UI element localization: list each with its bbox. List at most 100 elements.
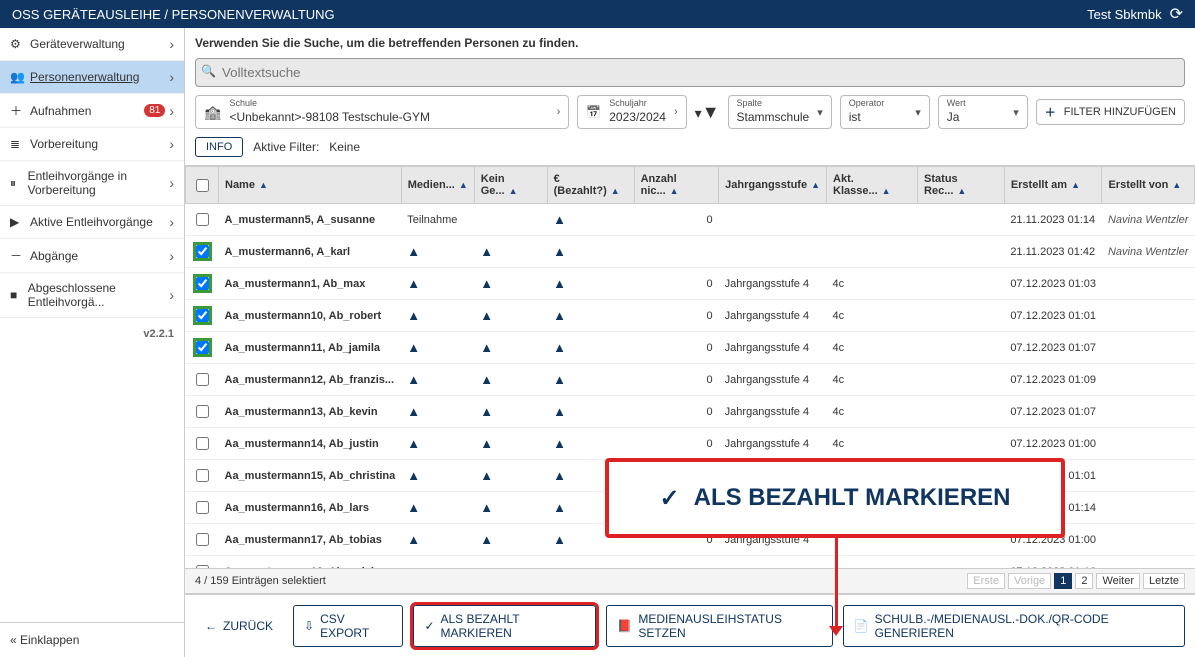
column-header[interactable]: Status Rec...▲ (918, 167, 1005, 204)
chevron-right-icon (169, 103, 174, 119)
warning-icon: ▲ (553, 532, 566, 547)
row-checkbox[interactable] (196, 437, 209, 450)
chevron-right-icon (169, 214, 174, 230)
table-cell: 07.12.2023 01:16 (1004, 556, 1102, 569)
collapse-button[interactable]: « Einklappen (0, 622, 184, 657)
sidebar-item-abgeschlossen[interactable]: ■Abgeschlossene Entleihvorgä... (0, 273, 184, 318)
sidebar-item-geraeteverwaltung[interactable]: ⚙Geräteverwaltung (0, 28, 184, 61)
stop-icon: ■ (10, 288, 22, 302)
add-filter-button[interactable]: ＋ FILTER HINZUFÜGEN (1036, 99, 1185, 125)
column-header[interactable]: Kein Ge...▲ (474, 167, 547, 204)
table-cell: Aa_mustermann14, Ab_justin (219, 428, 402, 460)
mark-paid-button[interactable]: ✓ ALS BEZAHLT MARKIEREN (413, 605, 596, 647)
column-header[interactable]: € (Bezahlt?)▲ (547, 167, 634, 204)
pager-next[interactable]: Weiter (1096, 573, 1140, 589)
generate-docs-button[interactable]: 📄 SCHULB.-/MEDIENAUSL.-DOK./QR-CODE GENE… (843, 605, 1185, 647)
column-header[interactable]: Medien...▲ (401, 167, 474, 204)
medienstatus-button[interactable]: 📕 MEDIENAUSLEIHSTATUS SETZEN (606, 605, 832, 647)
column-header[interactable] (186, 167, 219, 204)
csv-export-button[interactable]: ⇩ CSV EXPORT (293, 605, 403, 647)
table-cell: Aa_mustermann11, Ab_jamila (219, 332, 402, 364)
pager-page-1[interactable]: 1 (1054, 573, 1072, 589)
sidebar-item-vorbereitung[interactable]: ≣Vorbereitung (0, 128, 184, 161)
search-input[interactable] (195, 58, 1185, 87)
table-row[interactable]: Aa_mustermann11, Ab_jamila▲▲▲0Jahrgangss… (186, 332, 1195, 364)
pager-page-2[interactable]: 2 (1075, 573, 1093, 589)
warning-icon: ▲ (480, 500, 493, 515)
table-cell: Jahrgangsstufe 4 (719, 396, 827, 428)
table-cell: ▲ (547, 396, 634, 428)
row-checkbox[interactable] (196, 245, 209, 258)
table-row[interactable]: A_mustermann6, A_karl▲▲▲21.11.2023 01:42… (186, 236, 1195, 268)
filter-wert[interactable]: Wert Ja ▾ (938, 95, 1028, 129)
table-cell (918, 236, 1005, 268)
table-cell (1102, 428, 1195, 460)
refresh-icon[interactable] (1170, 4, 1183, 24)
table-cell: Navina Wentzler (1102, 204, 1195, 236)
table-cell: 0 (634, 428, 719, 460)
pager-first[interactable]: Erste (967, 573, 1005, 589)
warning-icon: ▲ (553, 212, 566, 227)
sidebar-item-abgaenge[interactable]: －Abgänge (0, 239, 184, 273)
row-checkbox[interactable] (196, 277, 209, 290)
user-label[interactable]: Test Sbkmbk (1087, 7, 1161, 22)
download-icon: ⇩ (304, 619, 314, 633)
table-cell: 07.12.2023 01:07 (1004, 332, 1102, 364)
row-checkbox[interactable] (196, 373, 209, 386)
sidebar-item-entleih-vorbereitung[interactable]: ⏸Entleihvorgänge in Vorbereitung (0, 161, 184, 206)
warning-icon: ▲ (407, 244, 420, 259)
back-button[interactable]: ← ZURÜCK (195, 613, 283, 639)
sidebar-item-aufnahmen[interactable]: ＋Aufnahmen 81 (0, 94, 184, 128)
table-row[interactable]: Aa_mustermann14, Ab_justin▲▲▲0Jahrgangss… (186, 428, 1195, 460)
select-all-checkbox[interactable] (196, 179, 209, 192)
table-cell: ▲ (401, 460, 474, 492)
filter-operator[interactable]: Operator ist ▾ (840, 95, 930, 129)
table-cell: A_mustermann5, A_susanne (219, 204, 402, 236)
table-cell: ▲ (474, 268, 547, 300)
column-header[interactable]: Erstellt am▲ (1004, 167, 1102, 204)
sidebar-item-aktive-entleih[interactable]: ▶Aktive Entleihvorgänge (0, 206, 184, 239)
sidebar: ⚙Geräteverwaltung 👥Personenverwaltung ＋A… (0, 28, 185, 657)
table-cell: ▲ (547, 268, 634, 300)
filter-column[interactable]: Spalte Stammschule ▾ (728, 95, 832, 129)
table-row[interactable]: Aa_mustermann1, Ab_max▲▲▲0Jahrgangsstufe… (186, 268, 1195, 300)
table-cell (1102, 524, 1195, 556)
column-header[interactable]: Akt. Klasse...▲ (827, 167, 918, 204)
table-row[interactable]: A_mustermann5, A_susanneTeilnahme▲021.11… (186, 204, 1195, 236)
table-cell: 0 (634, 204, 719, 236)
table-row[interactable]: Aa_mustermann13, Ab_kevin▲▲▲0Jahrgangsst… (186, 396, 1195, 428)
row-checkbox[interactable] (196, 309, 209, 322)
row-checkbox[interactable] (196, 533, 209, 546)
check-icon: ✓ (660, 484, 680, 513)
filter-school[interactable]: Schule <Unbekannt>-98108 Testschule-GYM … (195, 95, 569, 129)
selection-count: 4 / 159 Einträgen selektiert (195, 575, 326, 587)
table-cell (918, 396, 1005, 428)
pager-prev[interactable]: Vorige (1008, 573, 1051, 589)
table-row[interactable]: Aa_mustermann12, Ab_franzis...▲▲▲0Jahrga… (186, 364, 1195, 396)
pager-last[interactable]: Letzte (1143, 573, 1185, 589)
warning-icon: ▲ (407, 308, 420, 323)
column-header[interactable]: Anzahl nic...▲ (634, 167, 719, 204)
table-row[interactable]: Aa_mustermann18, Ab_sylvia▲▲▲07.12.2023 … (186, 556, 1195, 569)
column-header[interactable]: Name▲ (219, 167, 402, 204)
row-checkbox[interactable] (196, 469, 209, 482)
app-title: OSS GERÄTEAUSLEIHE / PERSONENVERWALTUNG (12, 7, 335, 22)
chevron-right-icon (169, 69, 174, 85)
chevron-down-icon: ▾ (915, 106, 921, 119)
sidebar-item-personenverwaltung[interactable]: 👥Personenverwaltung (0, 61, 184, 94)
table-cell: ▲ (547, 300, 634, 332)
filter-schoolyear[interactable]: Schuljahr 2023/2024 › (577, 95, 686, 129)
row-checkbox[interactable] (196, 405, 209, 418)
table-cell: ▲ (401, 236, 474, 268)
table-cell: 07.12.2023 01:07 (1004, 396, 1102, 428)
row-checkbox[interactable] (196, 341, 209, 354)
row-checkbox[interactable] (196, 213, 209, 226)
table-row[interactable]: Aa_mustermann10, Ab_robert▲▲▲0Jahrgangss… (186, 300, 1195, 332)
column-header[interactable]: Erstellt von▲ (1102, 167, 1195, 204)
column-header[interactable]: Jahrgangsstufe▲ (719, 167, 827, 204)
row-checkbox[interactable] (196, 501, 209, 514)
warning-icon: ▲ (480, 404, 493, 419)
people-icon: 👥 (10, 70, 24, 84)
info-button[interactable]: INFO (195, 137, 243, 157)
chevron-right-icon (169, 36, 174, 52)
